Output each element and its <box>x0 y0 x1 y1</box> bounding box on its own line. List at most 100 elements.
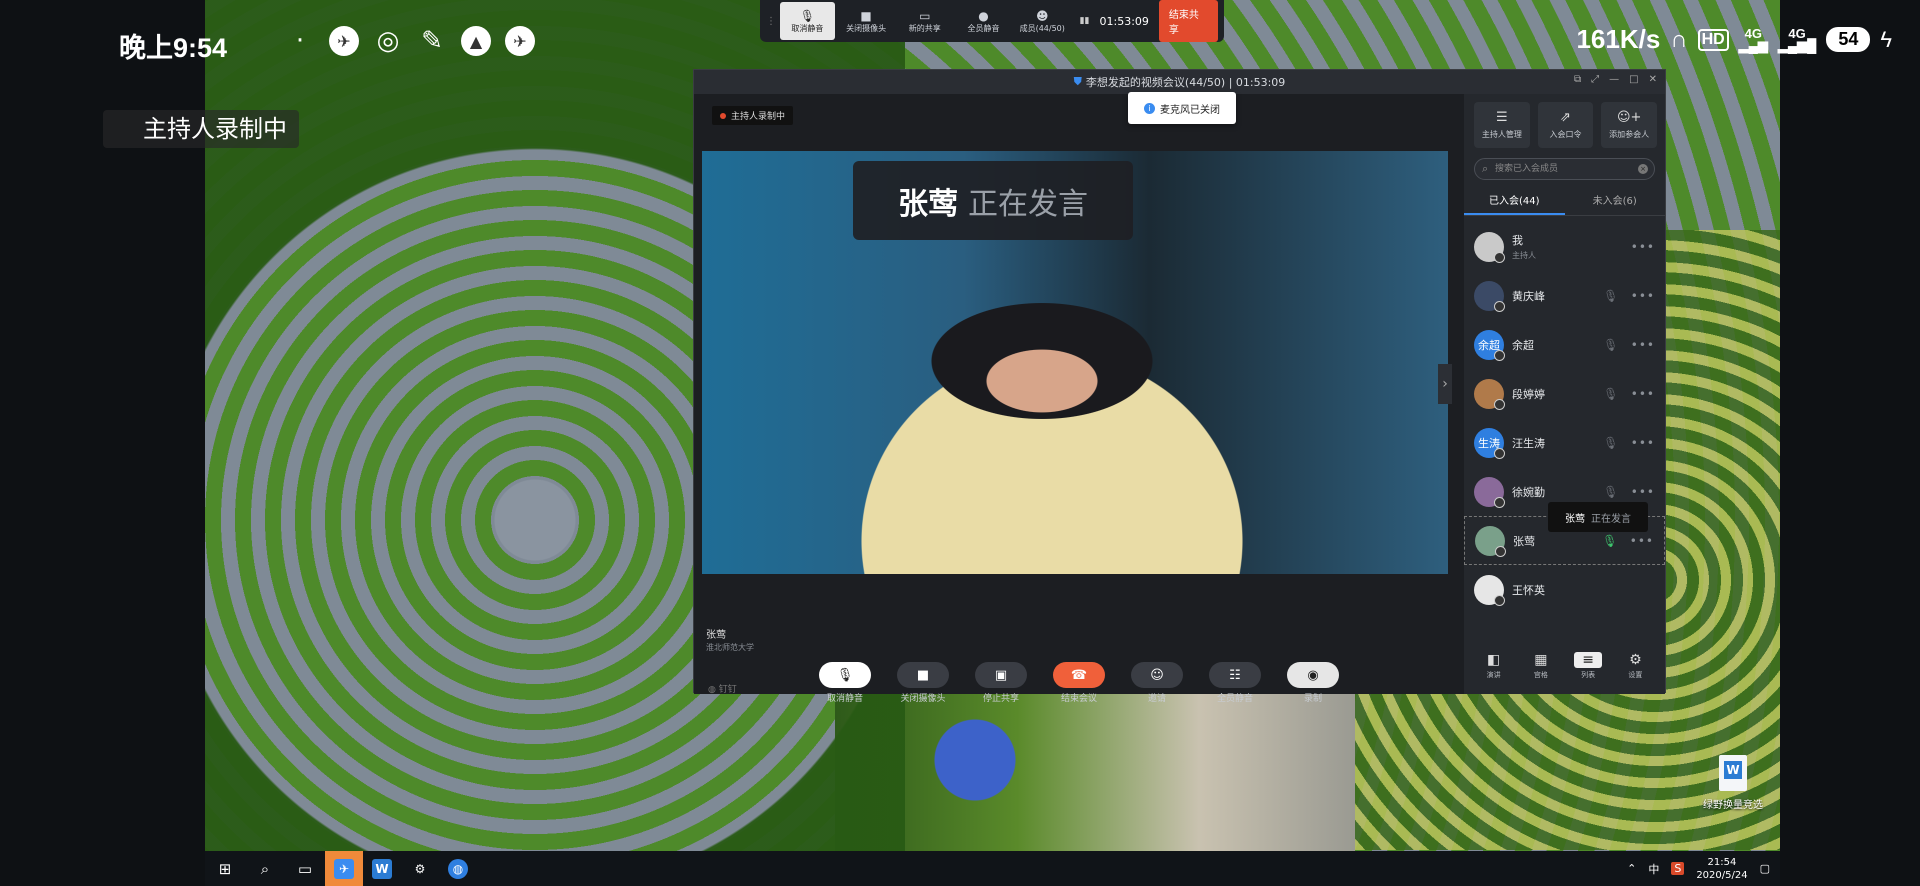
desktop-file-icon[interactable]: 绿野换量竞选 <box>1700 755 1766 811</box>
chevron-up-icon[interactable]: ⌃ <box>1627 862 1636 875</box>
net-speed: 161K/s <box>1576 24 1661 54</box>
taskbar-app-dingtalk[interactable]: ◍ <box>439 851 477 886</box>
drag-handle-icon[interactable]: ⋮ <box>766 16 776 27</box>
more-options-icon[interactable]: ••• <box>1631 289 1655 303</box>
mic-off-icon[interactable]: 🎙 <box>1603 338 1619 352</box>
more-options-icon[interactable]: ••• <box>1631 338 1655 352</box>
tab-not-joined[interactable]: 未入会(6) <box>1565 186 1666 215</box>
clear-icon[interactable]: × <box>1638 164 1648 174</box>
member-name: 黄庆峰 <box>1512 289 1545 303</box>
unmute-button[interactable]: 🎙 取消静音 <box>817 662 873 704</box>
settings-button[interactable]: ⚙ 设置 <box>1615 652 1655 680</box>
member-row[interactable]: 我主持人 ••• <box>1464 222 1665 271</box>
chevron-right-icon[interactable]: › <box>1438 364 1452 404</box>
member-text: 徐婉勤 <box>1512 484 1603 500</box>
window-controls: ⧉ ⤢ — □ ✕ <box>1574 74 1657 85</box>
minimize-icon[interactable]: — <box>1609 74 1619 85</box>
clock-time: 21:54 <box>1707 856 1737 868</box>
bird-app-icon: ✈ <box>334 858 354 879</box>
person-icon: ☻ <box>1035 8 1049 23</box>
drive-icon: ▲ <box>461 26 491 56</box>
more-options-icon[interactable]: ••• <box>1631 387 1655 401</box>
signal-bars-icon: ▮▮ <box>1079 16 1090 26</box>
system-tray: ⌃ 中 S 21:54 2020/5/24 ▢ <box>1627 851 1770 886</box>
mic-off-icon[interactable]: 🎙 <box>1603 485 1619 499</box>
stop-share-button[interactable]: ▣ 停止共享 <box>973 662 1029 704</box>
member-name: 我 <box>1512 234 1523 247</box>
invite-button[interactable]: ☺ 邀请 <box>1129 662 1185 704</box>
member-list: 我主持人 ••• 黄庆峰 🎙 ••• 余超 余超 🎙 ••• 段婷婷 🎙 ••• 生涛 汪生涛 🎙 ••• 徐婉… <box>1464 222 1665 614</box>
speaker-layout-icon: ◧ <box>1487 652 1501 668</box>
member-row[interactable]: 余超 余超 🎙 ••• <box>1464 320 1665 369</box>
group-icon: ☷ <box>1209 662 1261 688</box>
close-icon[interactable]: ✕ <box>1649 74 1657 85</box>
member-row[interactable]: 段婷婷 🎙 ••• <box>1464 369 1665 418</box>
status-notification-icons: · ✈ ◎ ✎ ▲ ✈ <box>285 26 535 56</box>
taskbar-app-feishu[interactable]: ✈ <box>325 851 363 886</box>
pin-icon[interactable]: ⧉ <box>1574 74 1581 85</box>
member-text: 我主持人 <box>1512 232 1619 261</box>
taskbar-app-wps[interactable]: W <box>363 851 401 886</box>
desktop-file-label: 绿野换量竞选 <box>1703 800 1763 811</box>
sliders-icon: ☰ <box>1496 110 1508 125</box>
tab-joined[interactable]: 已入会(44) <box>1464 186 1565 215</box>
share-unmute-button[interactable]: 🎙 取消静音 <box>780 2 835 40</box>
notification-icon[interactable]: ▢ <box>1760 862 1770 875</box>
avatar <box>1474 574 1505 606</box>
wps-icon: W <box>372 858 392 879</box>
layout-grid-button[interactable]: ▦ 宫格 <box>1521 652 1561 680</box>
grid-icon: ▦ <box>1534 652 1548 668</box>
member-text: 张莺 <box>1513 533 1602 549</box>
more-options-icon[interactable]: ••• <box>1631 485 1655 499</box>
record-button[interactable]: ◉ 录制 <box>1285 662 1341 704</box>
member-search-input[interactable]: 搜索已入会成员 × <box>1474 158 1655 180</box>
join-code-button[interactable]: ⇗ 入会口令 <box>1537 102 1594 148</box>
search-icon[interactable]: ⌕ <box>245 851 285 886</box>
wps-tray-icon[interactable]: S <box>1671 862 1685 875</box>
share-link-icon: ⇗ <box>1560 110 1571 125</box>
meeting-title: 李想发起的视频会议(44/50) | 01:53:09 <box>1085 76 1286 89</box>
dot-icon: · <box>295 26 305 56</box>
mic-off-icon[interactable]: 🎙 <box>1603 387 1619 401</box>
host-manage-button[interactable]: ☰ 主持人管理 <box>1474 102 1530 148</box>
screen-icon: ▭ <box>919 8 931 23</box>
member-tabs: 已入会(44) 未入会(6) <box>1464 186 1665 216</box>
windows-start-icon[interactable]: ⊞ <box>205 851 245 886</box>
layout-speaker-button[interactable]: ◧ 演讲 <box>1474 652 1514 680</box>
share-mute-all-button[interactable]: ● 全员静音 <box>956 2 1011 40</box>
avatar: 生涛 <box>1474 427 1505 459</box>
mic-off-icon[interactable]: 🎙 <box>1603 436 1619 450</box>
share-camera-off-button[interactable]: ■ 关闭摄像头 <box>839 2 894 40</box>
member-row[interactable]: 黄庆峰 🎙 ••• <box>1464 271 1665 320</box>
member-row[interactable]: 生涛 汪生涛 🎙 ••• <box>1464 418 1665 467</box>
taskbar-app-settings[interactable]: ⚙ <box>401 851 439 886</box>
taskbar-clock[interactable]: 21:54 2020/5/24 <box>1696 856 1747 882</box>
layout-list-button[interactable]: ≡ 列表 <box>1568 652 1608 680</box>
avatar: 余超 <box>1474 329 1505 361</box>
battery-indicator: 54 <box>1826 27 1871 52</box>
member-row[interactable]: 王怀英 <box>1464 565 1665 614</box>
camera-off-button[interactable]: ■ 关闭摄像头 <box>895 662 951 704</box>
end-meeting-button[interactable]: ☎ 结束会议 <box>1051 662 1107 704</box>
more-options-icon[interactable]: ••• <box>1630 534 1654 548</box>
avatar <box>1474 231 1505 263</box>
active-speaker-popup: 张莺 正在发言 <box>853 161 1133 240</box>
more-options-icon[interactable]: ••• <box>1631 436 1655 450</box>
maximize-icon[interactable]: □ <box>1629 74 1638 85</box>
mic-off-icon[interactable]: 🎙 <box>1603 289 1619 303</box>
share-new-share-button[interactable]: ▭ 新的共享 <box>897 2 952 40</box>
more-options-icon[interactable]: ••• <box>1631 240 1655 254</box>
weibo-icon: ◎ <box>376 26 400 56</box>
end-share-button[interactable]: 结束共享 <box>1158 0 1218 42</box>
mic-off-toast: i 麦克风已关闭 <box>1128 92 1236 124</box>
share-members-button[interactable]: ☻ 成员(44/50) <box>1015 2 1070 40</box>
add-participant-button[interactable]: ☺+ 添加参会人 <box>1601 102 1658 148</box>
mic-on-icon[interactable]: 🎙 <box>1602 534 1618 548</box>
mute-all-button[interactable]: ☷ 全员静音 <box>1207 662 1263 704</box>
search-placeholder: 搜索已入会成员 <box>1495 164 1559 174</box>
meeting-controls: 🎙 取消静音 ■ 关闭摄像头 ▣ 停止共享 ☎ 结束会议 ☺ 邀请 ☷ 全员静音 ◉ 录制 <box>694 662 1464 718</box>
fullscreen-icon[interactable]: ⤢ <box>1591 74 1599 85</box>
task-view-icon[interactable]: ▭ <box>285 851 325 886</box>
ime-indicator[interactable]: 中 <box>1648 861 1659 877</box>
charging-icon: ϟ <box>1880 26 1892 52</box>
